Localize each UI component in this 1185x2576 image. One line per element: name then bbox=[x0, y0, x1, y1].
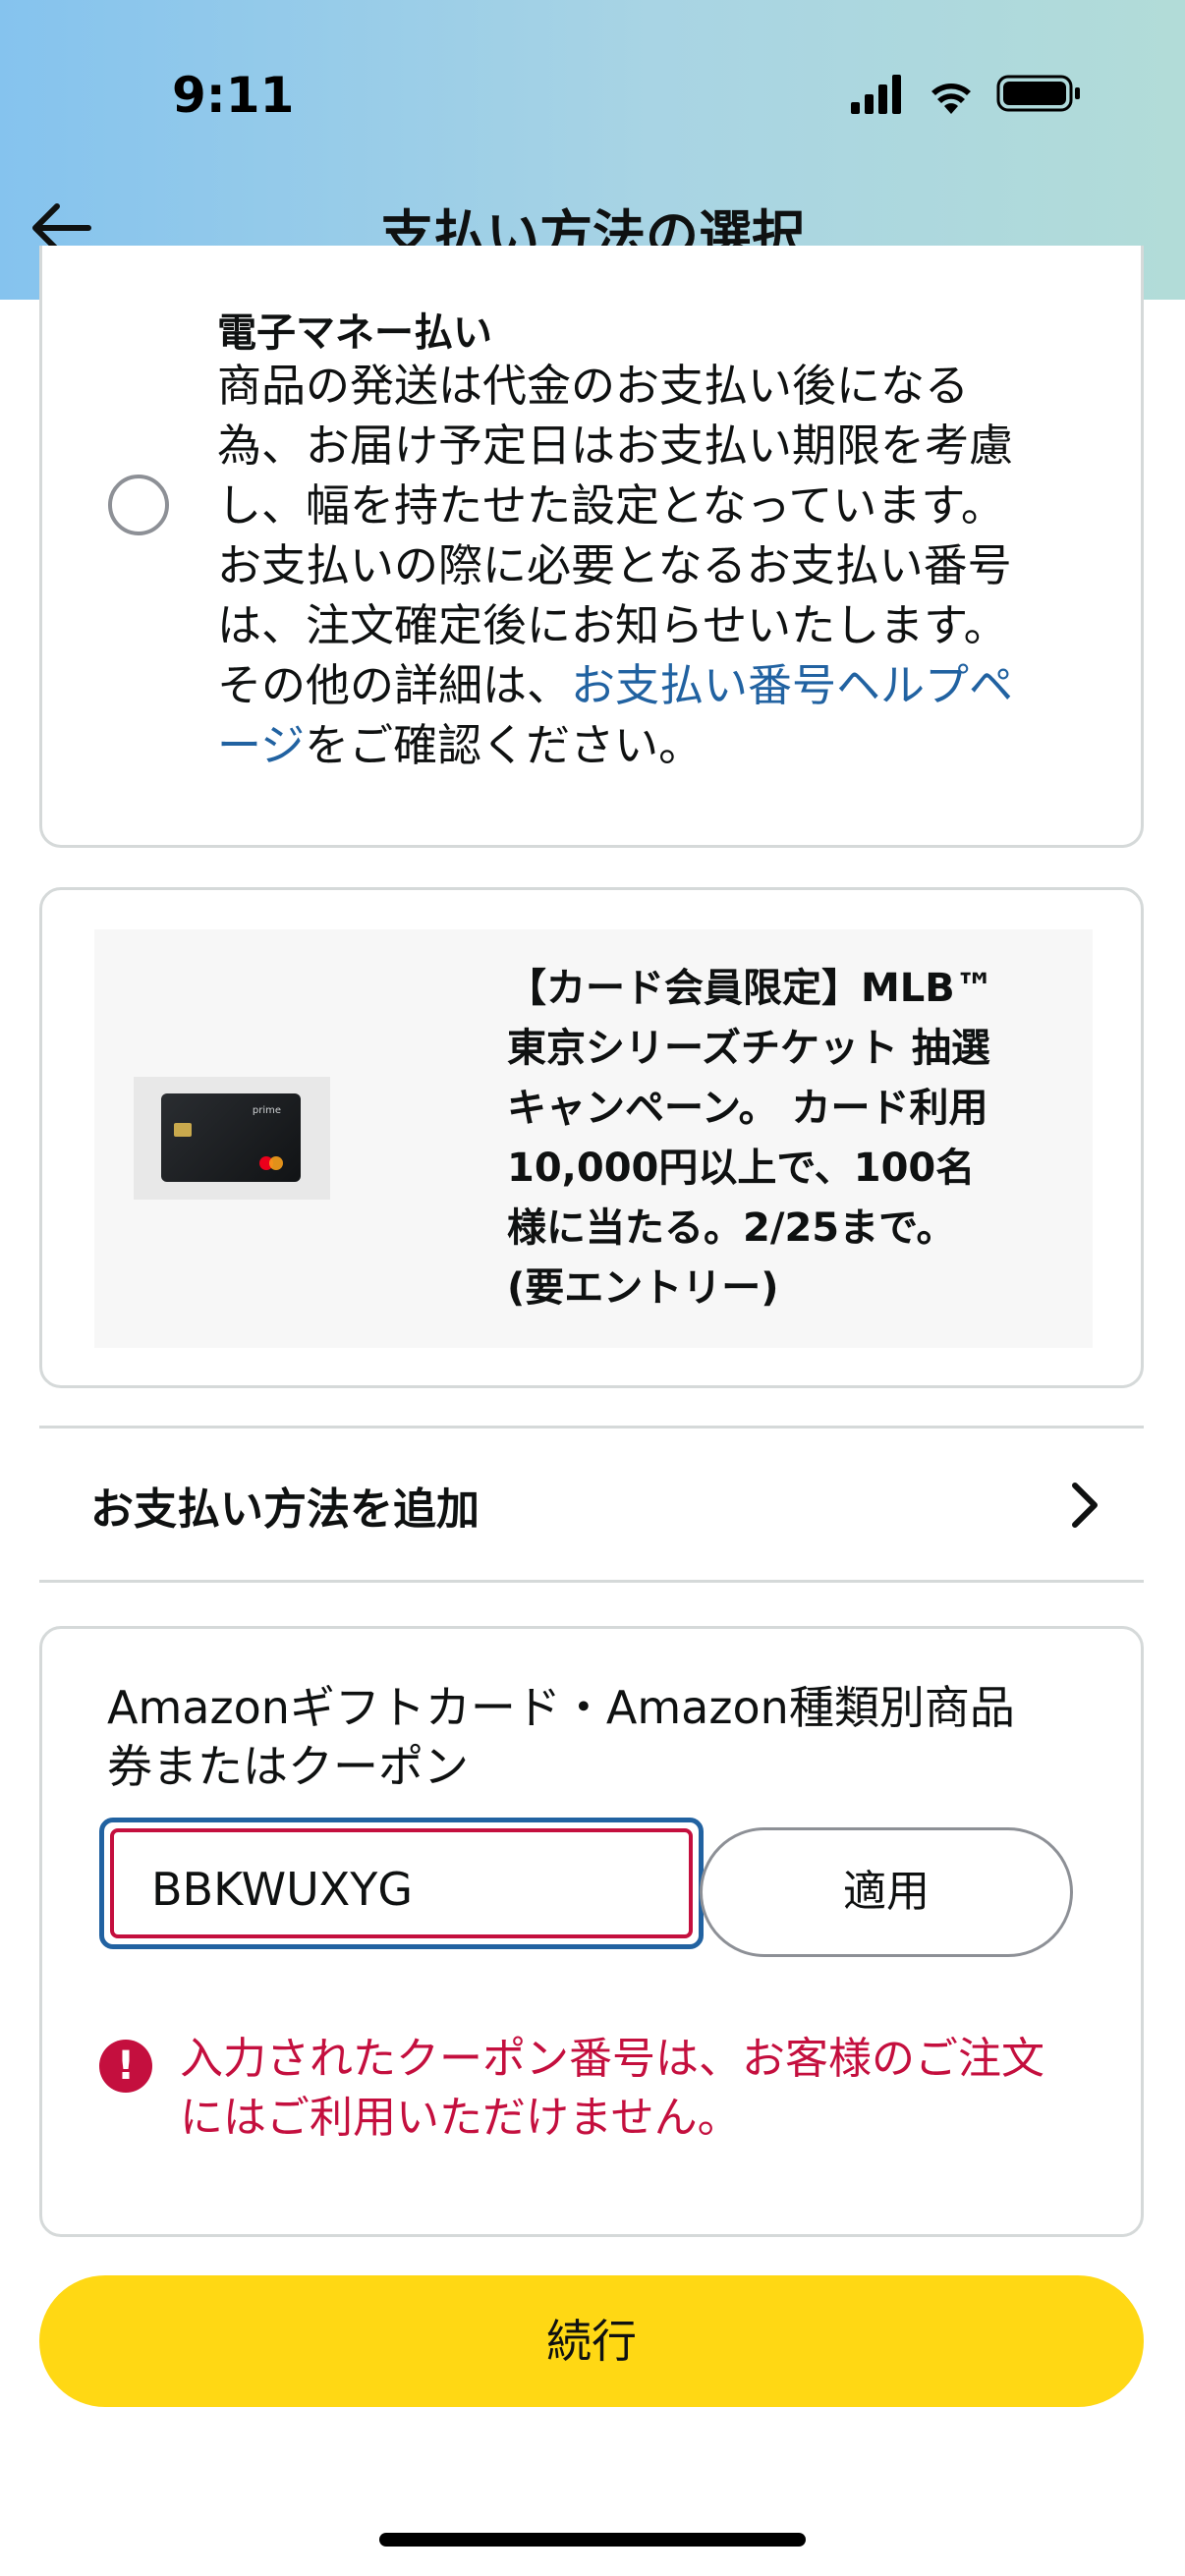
coupon-card: Amazonギフトカード・Amazon種類別商品 券またはクーポン 適用 ! 入… bbox=[39, 1626, 1144, 2237]
coupon-label-line: 券またはクーポン bbox=[107, 1740, 469, 1793]
emoney-description: 商品の発送は代金のお支払い後になる 為、お届け予定日はお支払い期限を考慮 し、幅… bbox=[217, 356, 1141, 775]
mastercard-icon-2 bbox=[269, 1156, 283, 1170]
signal-icon bbox=[851, 75, 901, 114]
error-icon: ! bbox=[99, 2040, 152, 2093]
help-link[interactable]: お支払い番号ヘルプペ bbox=[571, 659, 1013, 711]
promo-line: 【カード会員限定】MLB™ bbox=[507, 966, 994, 1011]
coupon-input-wrapper[interactable] bbox=[99, 1818, 704, 1949]
divider-top bbox=[39, 1426, 1144, 1428]
divider-bottom bbox=[39, 1580, 1144, 1583]
card-plastic: prime bbox=[161, 1093, 301, 1182]
error-line: にはご利用いただけません。 bbox=[180, 2093, 741, 2143]
emoney-line: 為、お届け予定日はお支払い期限を考慮 bbox=[217, 420, 1014, 472]
home-indicator bbox=[379, 2533, 806, 2547]
details-prefix: その他の詳細は、 bbox=[217, 659, 572, 711]
apply-button[interactable]: 適用 bbox=[700, 1827, 1073, 1957]
chevron-right-icon bbox=[1072, 1483, 1098, 1528]
card-logo: prime bbox=[252, 1105, 281, 1116]
emoney-line: し、幅を持たせた設定となっています。 bbox=[217, 479, 1005, 532]
error-line: 入力されたクーポン番号は、お客様のご注文 bbox=[180, 2034, 1044, 2084]
promo-line: 10,000円以上で、100名 bbox=[507, 1146, 976, 1191]
coupon-label-line: Amazonギフトカード・Amazon種類別商品 bbox=[107, 1681, 1015, 1734]
credit-card-image: prime bbox=[134, 1077, 330, 1200]
promo-banner[interactable]: prime 【カード会員限定】MLB™ 東京シリーズチケット 抽選 キャンペーン… bbox=[94, 929, 1093, 1348]
emoney-line: は、注文確定後にお知らせいたします。 bbox=[217, 599, 1008, 651]
coupon-label: Amazonギフトカード・Amazon種類別商品 券またはクーポン bbox=[107, 1678, 1090, 1796]
emoney-line: 商品の発送は代金のお支払い後になる bbox=[217, 360, 970, 412]
status-time: 9:11 bbox=[172, 67, 295, 124]
emoney-option-card[interactable]: 電子マネー払い 商品の発送は代金のお支払い後になる 為、お届け予定日はお支払い期… bbox=[39, 246, 1144, 848]
details-suffix: をご確認ください。 bbox=[305, 719, 704, 771]
promo-line: 様に当たる。2/25まで。 bbox=[507, 1205, 956, 1251]
coupon-code-input[interactable] bbox=[151, 1860, 623, 1919]
emoney-radio[interactable] bbox=[108, 475, 169, 535]
add-payment-label: お支払い方法を追加 bbox=[90, 1484, 480, 1535]
promo-line: キャンペーン。 カード利用 bbox=[507, 1086, 988, 1131]
wifi-icon bbox=[931, 84, 971, 114]
battery-icon bbox=[996, 75, 1080, 112]
coupon-error-message: 入力されたクーポン番号は、お客様のご注文 にはご利用いただけません。 bbox=[180, 2030, 1103, 2148]
promo-line: (要エントリー) bbox=[507, 1265, 779, 1311]
emoney-title: 電子マネー払い bbox=[217, 310, 492, 356]
card-chip-icon bbox=[174, 1123, 192, 1137]
continue-button[interactable]: 続行 bbox=[39, 2275, 1144, 2407]
promo-text: 【カード会員限定】MLB™ 東京シリーズチケット 抽選 キャンペーン。 カード利… bbox=[507, 959, 1067, 1318]
emoney-details-line-2: ージをご確認ください。 bbox=[217, 715, 1141, 775]
coupon-input-error-border bbox=[110, 1828, 693, 1938]
promo-line: 東京シリーズチケット 抽選 bbox=[507, 1026, 990, 1071]
promo-card[interactable]: prime 【カード会員限定】MLB™ 東京シリーズチケット 抽選 キャンペーン… bbox=[39, 887, 1144, 1388]
status-icons bbox=[851, 71, 1087, 120]
help-link-continued[interactable]: ージ bbox=[217, 719, 305, 771]
emoney-details-line: その他の詳細は、お支払い番号ヘルプペ bbox=[217, 655, 1141, 715]
emoney-line: お支払いの際に必要となるお支払い番号 bbox=[217, 539, 1012, 591]
add-payment-method-row[interactable]: お支払い方法を追加 bbox=[39, 1430, 1144, 1580]
